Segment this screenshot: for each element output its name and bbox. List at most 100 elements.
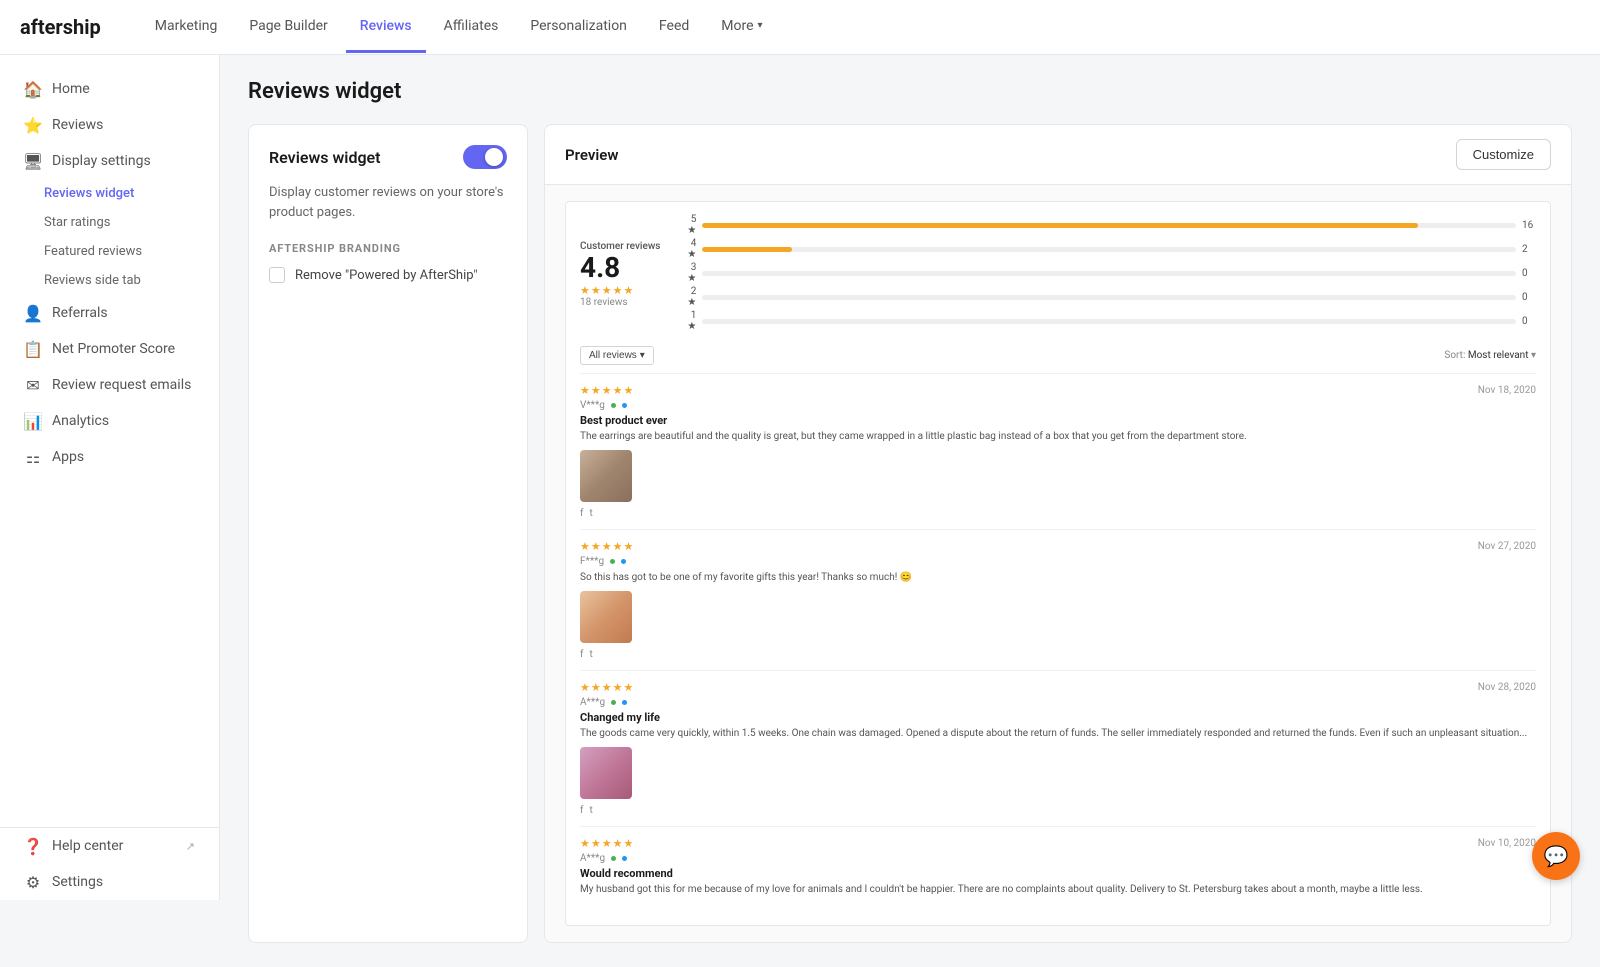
remove-branding-label: Remove "Powered by AfterShip" (295, 268, 478, 283)
bar-track-4 (702, 247, 1516, 252)
review-stars-2: ★★★★★ (580, 540, 633, 553)
customize-button[interactable]: Customize (1456, 139, 1551, 170)
twitter-icon-3[interactable]: t (589, 805, 592, 816)
star-4: ★ (613, 284, 623, 297)
sidebar-item-apps[interactable]: ⚏ Apps (8, 439, 211, 475)
reviewer-info-4: A***g (580, 853, 1536, 864)
nav-feed[interactable]: Feed (645, 2, 703, 53)
reviewer-info-2: F***g (580, 556, 1536, 567)
sidebar-sub-star-ratings[interactable]: Star ratings (44, 208, 219, 237)
verified-badge-4 (621, 559, 626, 564)
sidebar-item-settings[interactable]: ⚙ Settings (8, 864, 211, 900)
sidebar-item-analytics[interactable]: 📊 Analytics (8, 403, 211, 439)
reviewer-name-1: V***g (580, 400, 605, 411)
nav-more[interactable]: More ▾ (707, 2, 776, 53)
bar-track-1 (702, 319, 1516, 324)
review-image-inner-2 (580, 591, 632, 643)
verified-badge-8 (622, 856, 627, 861)
branding-checkbox-row: Remove "Powered by AfterShip" (269, 267, 507, 283)
review-item-3: ★★★★★ Nov 28, 2020 A***g Changed my life… (580, 670, 1536, 826)
nav-page-builder[interactable]: Page Builder (235, 2, 341, 53)
review-date-2: Nov 27, 2020 (1478, 541, 1536, 552)
social-row-2: f t (580, 649, 1536, 660)
reviewer-info-1: V***g (580, 400, 1536, 411)
branding-section-label: AFTERSHIP BRANDING (269, 242, 507, 255)
apps-icon: ⚏ (24, 448, 42, 466)
twitter-icon-2[interactable]: t (589, 649, 592, 660)
review-image-3 (580, 747, 632, 799)
chat-bubble[interactable]: 💬 (1532, 832, 1580, 880)
sort-row: Sort: Most relevant ▾ (1444, 350, 1536, 361)
review-body-4: My husband got this for me because of my… (580, 882, 1536, 897)
filter-row: All reviews ▾ Sort: Most relevant ▾ (580, 346, 1536, 365)
nav-marketing[interactable]: Marketing (141, 2, 232, 53)
rating-label: Customer reviews (580, 241, 660, 252)
sidebar-item-label: Home (52, 81, 90, 97)
sidebar-sub-reviews-widget[interactable]: Reviews widget (44, 179, 219, 208)
sidebar-item-nps[interactable]: 📋 Net Promoter Score (8, 331, 211, 367)
page-title: Reviews widget (248, 79, 1572, 104)
sidebar-item-help-center[interactable]: ❓ Help center ↗ (8, 828, 211, 864)
reviewer-name-3: A***g (580, 697, 605, 708)
referrals-icon: 👤 (24, 304, 42, 322)
bar-row-2: 2 ★ 0 (680, 286, 1536, 308)
sidebar-item-review-request-emails[interactable]: ✉ Review request emails (8, 367, 211, 403)
reviewer-info-3: A***g (580, 697, 1536, 708)
sidebar-item-reviews[interactable]: ⭐ Reviews (8, 107, 211, 143)
review-image-inner-3 (580, 747, 632, 799)
rating-stars: ★ ★ ★ ★ ★ (580, 284, 660, 297)
preview-card: Preview Customize Customer reviews 4.8 ★ (544, 124, 1572, 943)
rating-count: 18 reviews (580, 297, 660, 308)
facebook-icon-1[interactable]: f (580, 508, 583, 519)
review-image-1 (580, 450, 632, 502)
bar-row-5: 5 ★ 16 (680, 214, 1536, 236)
sidebar-item-display-settings[interactable]: 🖥 Display settings (8, 143, 211, 179)
card-title: Reviews widget (269, 148, 381, 167)
sidebar-item-label: Referrals (52, 305, 108, 321)
review-header-1: ★★★★★ Nov 18, 2020 (580, 384, 1536, 397)
star-1: ★ (580, 284, 590, 297)
twitter-icon-1[interactable]: t (589, 508, 592, 519)
review-stars-3: ★★★★★ (580, 681, 633, 694)
nav-personalization[interactable]: Personalization (516, 2, 641, 53)
sidebar-sub-reviews-side-tab[interactable]: Reviews side tab (44, 266, 219, 295)
review-body-2: So this has got to be one of my favorite… (580, 570, 1536, 585)
nav-affiliates[interactable]: Affiliates (430, 2, 513, 53)
sidebar-item-label: Display settings (52, 153, 151, 169)
sidebar-item-label: Settings (52, 874, 103, 890)
rating-value: 4.8 (580, 254, 660, 282)
verified-badge-5 (611, 700, 616, 705)
preview-title: Preview (565, 146, 618, 164)
reviewer-name-4: A***g (580, 853, 605, 864)
sidebar-sub-display: Reviews widget Star ratings Featured rev… (0, 179, 219, 295)
facebook-icon-3[interactable]: f (580, 805, 583, 816)
sidebar-item-label: Review request emails (52, 377, 191, 393)
nav-items: Marketing Page Builder Reviews Affiliate… (141, 2, 777, 53)
social-row-1: f t (580, 508, 1536, 519)
review-stars-4: ★★★★★ (580, 837, 633, 850)
sidebar-sub-featured-reviews[interactable]: Featured reviews (44, 237, 219, 266)
sidebar-item-home[interactable]: 🏠 Home (8, 71, 211, 107)
rating-bars: 5 ★ 16 4 ★ (680, 214, 1536, 334)
nav-reviews[interactable]: Reviews (346, 2, 426, 53)
sidebar-item-referrals[interactable]: 👤 Referrals (8, 295, 211, 331)
remove-branding-checkbox[interactable] (269, 267, 285, 283)
sidebar: 🏠 Home ⭐ Reviews 🖥 Display settings Revi… (0, 55, 220, 900)
bar-track-2 (702, 295, 1516, 300)
review-body-3: The goods came very quickly, within 1.5 … (580, 726, 1536, 741)
reviews-widget-toggle[interactable] (463, 145, 507, 169)
review-title-4: Would recommend (580, 867, 1536, 880)
verified-badge-2 (622, 403, 627, 408)
toggle-thumb (485, 148, 503, 166)
bar-fill-5 (702, 223, 1418, 228)
verified-badge-3 (610, 559, 615, 564)
nps-icon: 📋 (24, 340, 42, 358)
filter-button[interactable]: All reviews ▾ (580, 346, 654, 365)
chevron-down-icon: ▾ (758, 20, 763, 31)
star-3: ★ (602, 284, 612, 297)
review-image-2 (580, 591, 632, 643)
review-title-3: Changed my life (580, 711, 1536, 724)
facebook-icon-2[interactable]: f (580, 649, 583, 660)
logo[interactable]: aftership (20, 15, 101, 39)
preview-content: Customer reviews 4.8 ★ ★ ★ ★ ★ 18 review… (545, 185, 1571, 942)
